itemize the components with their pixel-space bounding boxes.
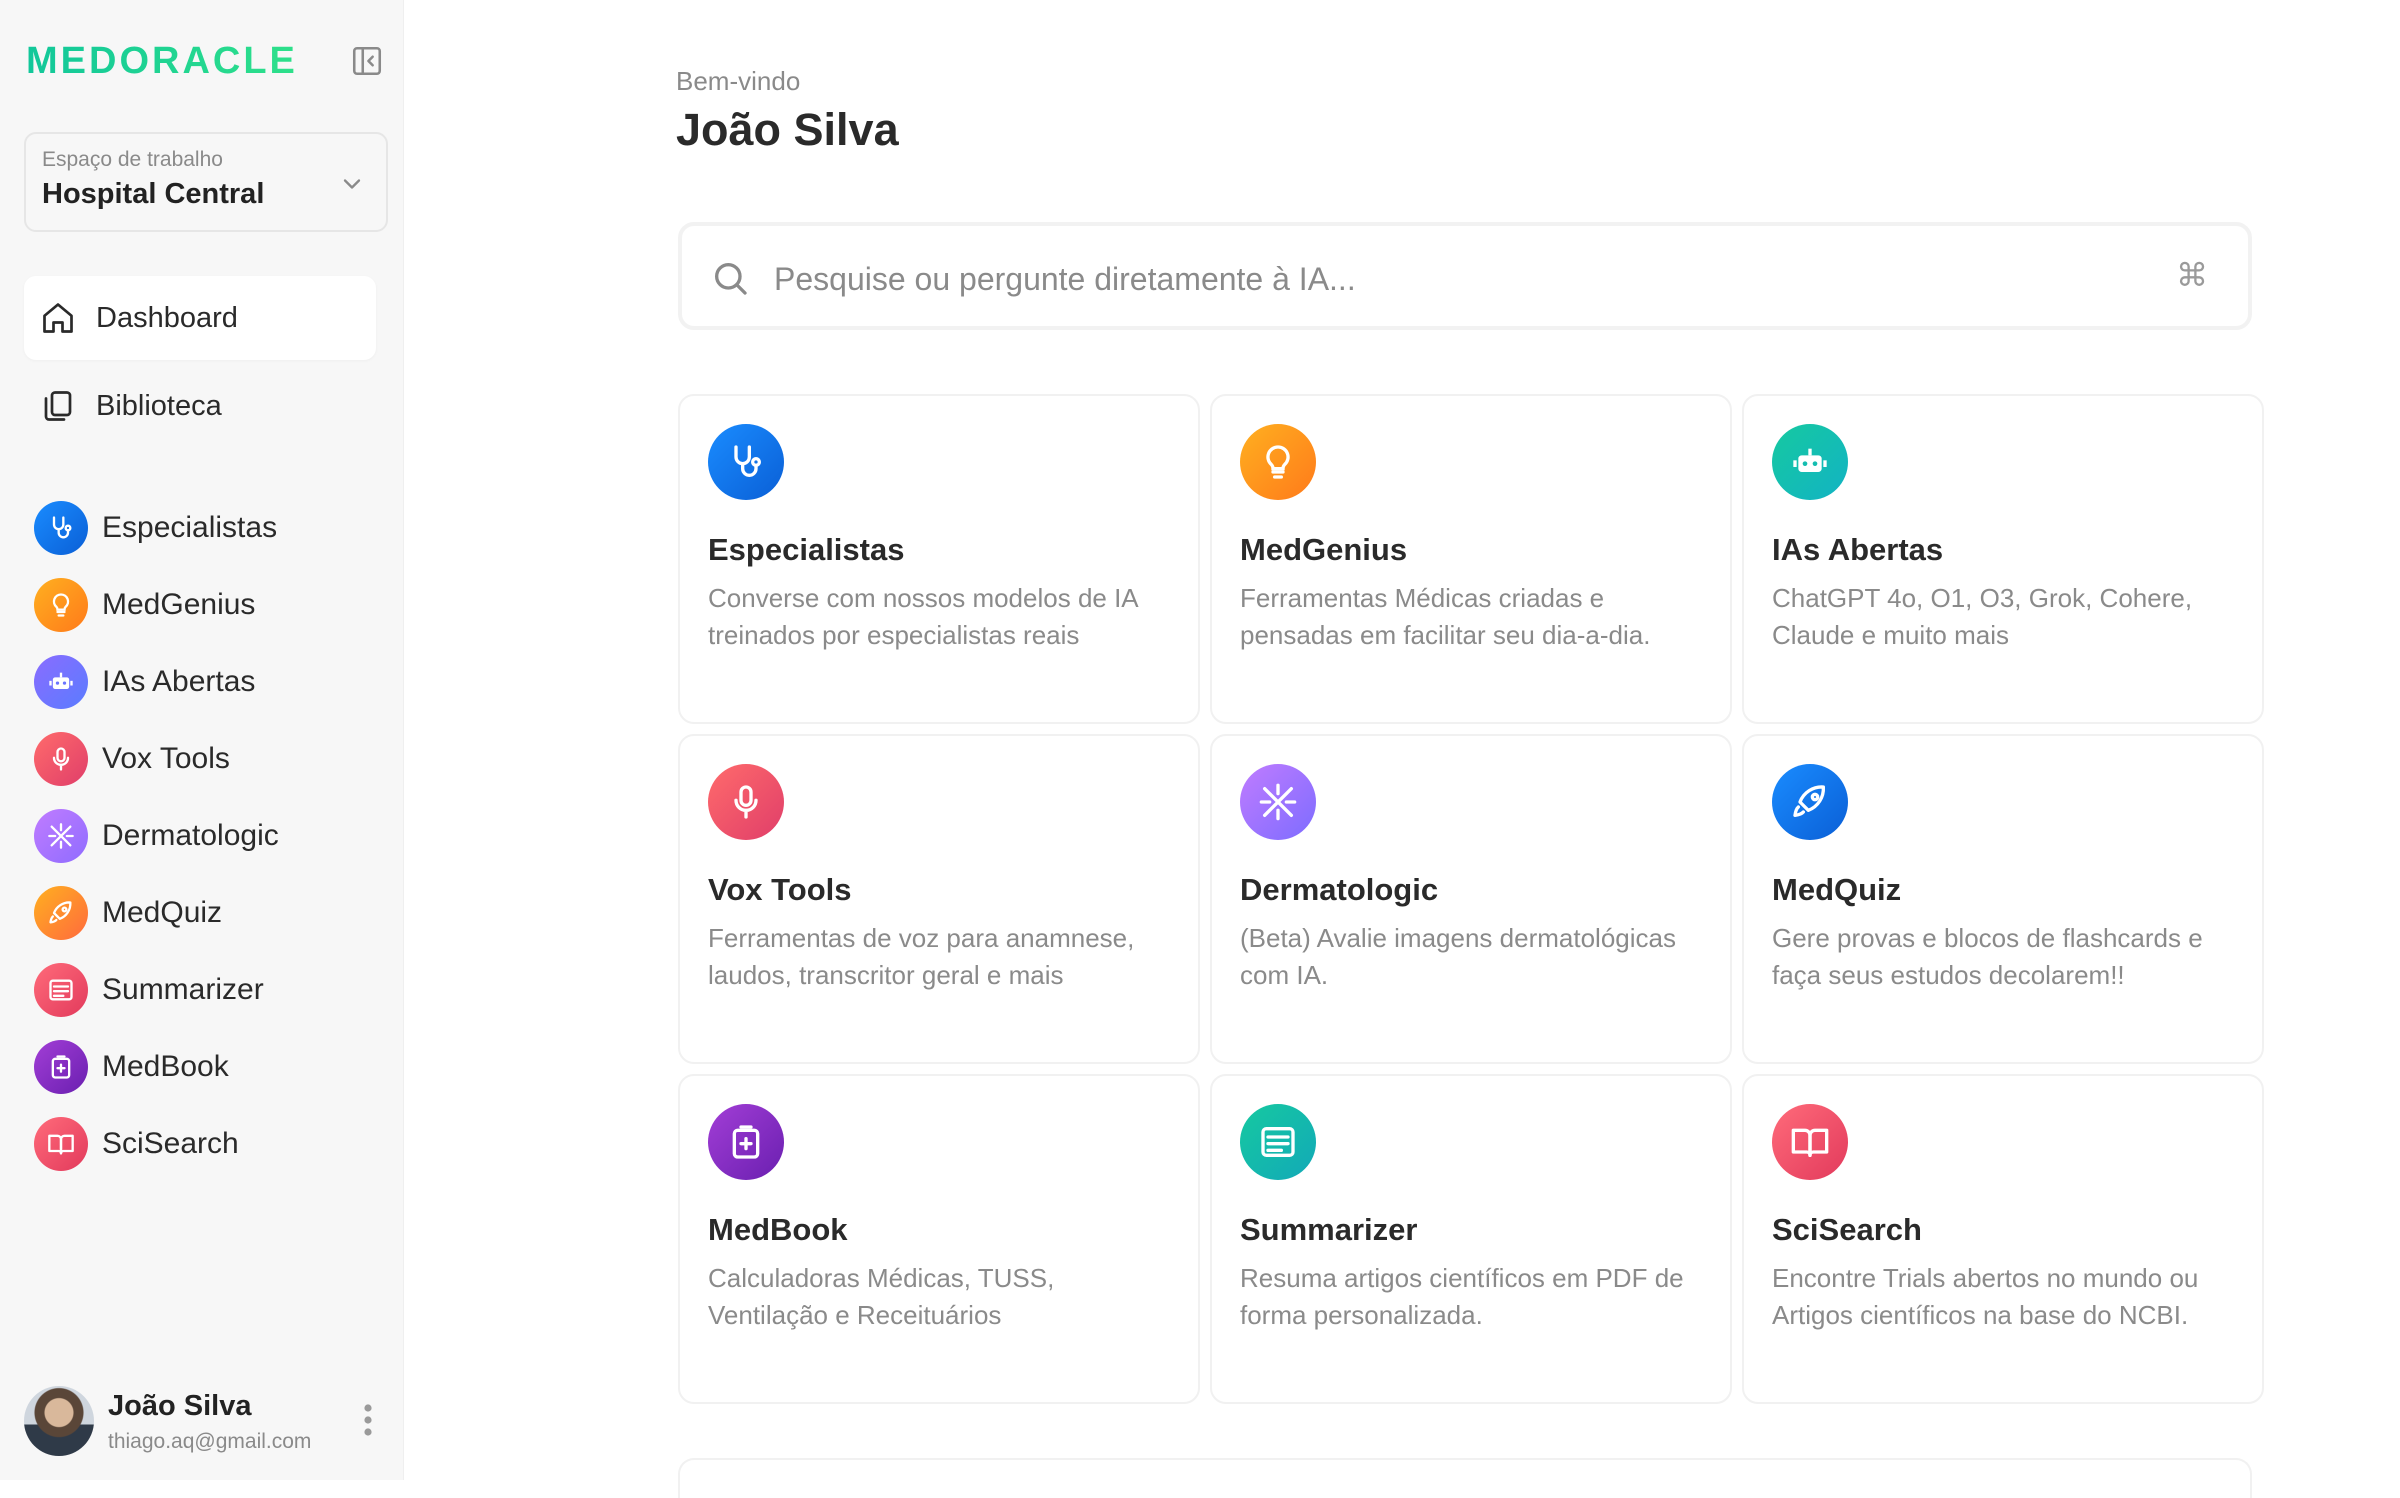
card-title: MedGenius: [1240, 532, 1408, 567]
medical-book-icon: [34, 1040, 88, 1094]
avatar: [24, 1386, 94, 1456]
sidebar-item-label: SciSearch: [102, 1127, 239, 1160]
brand-logo[interactable]: MEDORACLE: [26, 40, 298, 83]
library-icon: [40, 388, 76, 424]
card-description: Gere provas e blocos de flashcards e faç…: [1772, 923, 2203, 990]
nav-item-dashboard[interactable]: Dashboard: [24, 276, 376, 360]
card-description: ChatGPT 4o, O1, O3, Grok, Cohere, Claude…: [1772, 583, 2193, 650]
sidebar-item-label: MedQuiz: [102, 896, 223, 929]
kebab-menu-icon: [364, 1404, 372, 1436]
workspace-selector[interactable]: Espaço de trabalho Hospital Central: [24, 132, 388, 232]
sidebar-item-dermatologic[interactable]: Dermatologic: [34, 806, 279, 866]
document-icon: [34, 963, 88, 1017]
search-icon: [715, 263, 747, 295]
home-icon: [40, 300, 76, 336]
command-shortcut-icon: ⌘: [2176, 256, 2208, 294]
sidebar-item-medbook[interactable]: MedBook: [34, 1037, 229, 1097]
sidebar-item-medquiz[interactable]: MedQuiz: [34, 883, 222, 943]
next-section-card: [678, 1458, 2252, 1498]
sidebar-collapse-button[interactable]: [350, 44, 384, 78]
workspace-value: Hospital Central: [42, 178, 265, 210]
lightbulb-icon: [1240, 424, 1316, 500]
card-summarizer[interactable]: Summarizer Resuma artigos científicos em…: [1210, 1074, 1732, 1404]
card-title: Dermatologic: [1240, 872, 1439, 907]
stethoscope-icon: [708, 424, 784, 500]
card-title: Vox Tools: [708, 872, 852, 907]
card-title: IAs Abertas: [1772, 532, 1944, 567]
workspace-label: Espaço de trabalho: [42, 148, 223, 171]
page-title: João Silva: [676, 104, 899, 155]
sidebar-item-ias-abertas[interactable]: IAs Abertas: [34, 652, 255, 712]
book-open-icon: [1772, 1104, 1848, 1180]
nav-item-biblioteca[interactable]: Biblioteca: [24, 364, 376, 448]
user-email: thiago.aq@gmail.com: [108, 1430, 312, 1453]
chevron-down-icon: [343, 179, 361, 189]
book-open-icon: [34, 1117, 88, 1171]
card-dermatologic[interactable]: Dermatologic (Beta) Avalie imagens derma…: [1210, 734, 1732, 1064]
sidebar-item-summarizer[interactable]: Summarizer: [34, 960, 264, 1020]
sidebar-toggle-icon: [352, 46, 382, 76]
nav-label: Biblioteca: [96, 389, 222, 422]
sidebar: MEDORACLE Espaço de trabalho Hospital Ce…: [0, 0, 404, 1480]
sidebar-item-label: Dermatologic: [102, 819, 279, 852]
sidebar-item-scisearch[interactable]: SciSearch: [34, 1114, 239, 1174]
card-description: Ferramentas Médicas criadas e pensadas e…: [1240, 583, 1651, 650]
sidebar-item-label: MedGenius: [102, 588, 256, 621]
sidebar-item-especialistas[interactable]: Especialistas: [34, 498, 277, 558]
user-name: João Silva: [108, 1390, 252, 1422]
card-title: Summarizer: [1240, 1212, 1418, 1247]
card-especialistas[interactable]: Especialistas Converse com nossos modelo…: [678, 394, 1200, 724]
card-medquiz[interactable]: MedQuiz Gere provas e blocos de flashcar…: [1742, 734, 2264, 1064]
welcome-text: Bem-vindo: [676, 66, 801, 96]
card-title: MedBook: [708, 1212, 848, 1247]
card-description: (Beta) Avalie imagens dermatológicas com…: [1240, 923, 1676, 990]
nav-label: Dashboard: [96, 301, 238, 334]
rocket-icon: [34, 886, 88, 940]
sidebar-item-medgenius[interactable]: MedGenius: [34, 575, 255, 635]
more-options-button[interactable]: [358, 1400, 378, 1440]
virus-icon: [34, 809, 88, 863]
sidebar-item-vox-tools[interactable]: Vox Tools: [34, 729, 230, 789]
card-description: Ferramentas de voz para anamnese, laudos…: [708, 923, 1135, 990]
search-bar[interactable]: ⌘: [678, 222, 2252, 330]
card-medgenius[interactable]: MedGenius Ferramentas Médicas criadas e …: [1210, 394, 1732, 724]
sidebar-item-label: Vox Tools: [102, 742, 230, 775]
card-medbook[interactable]: MedBook Calculadoras Médicas, TUSS, Vent…: [678, 1074, 1200, 1404]
card-vox-tools[interactable]: Vox Tools Ferramentas de voz para anamne…: [678, 734, 1200, 1064]
sidebar-item-label: IAs Abertas: [102, 665, 256, 698]
card-title: SciSearch: [1772, 1212, 1922, 1247]
document-icon: [1240, 1104, 1316, 1180]
stethoscope-icon: [34, 501, 88, 555]
microphone-icon: [34, 732, 88, 786]
sidebar-item-label: Especialistas: [102, 511, 278, 544]
lightbulb-icon: [34, 578, 88, 632]
card-description: Calculadoras Médicas, TUSS, Ventilação e…: [708, 1263, 1055, 1330]
robot-icon: [34, 655, 88, 709]
rocket-icon: [1772, 764, 1848, 840]
robot-icon: [1772, 424, 1848, 500]
card-description: Resuma artigos científicos em PDF de for…: [1240, 1263, 1684, 1330]
card-title: MedQuiz: [1772, 872, 1902, 907]
card-ias-abertas[interactable]: IAs Abertas ChatGPT 4o, O1, O3, Grok, Co…: [1742, 394, 2264, 724]
card-description: Converse com nossos modelos de IA treina…: [708, 583, 1138, 650]
card-description: Encontre Trials abertos no mundo ou Arti…: [1772, 1263, 2199, 1330]
sidebar-item-label: Summarizer: [102, 973, 264, 1006]
medical-book-icon: [708, 1104, 784, 1180]
sidebar-item-label: MedBook: [102, 1050, 229, 1083]
card-scisearch[interactable]: SciSearch Encontre Trials abertos no mun…: [1742, 1074, 2264, 1404]
virus-icon: [1240, 764, 1316, 840]
user-profile[interactable]: João Silva thiago.aq@gmail.com: [24, 1386, 384, 1460]
card-title: Especialistas: [708, 532, 905, 567]
search-input[interactable]: [772, 252, 2136, 306]
microphone-icon: [708, 764, 784, 840]
